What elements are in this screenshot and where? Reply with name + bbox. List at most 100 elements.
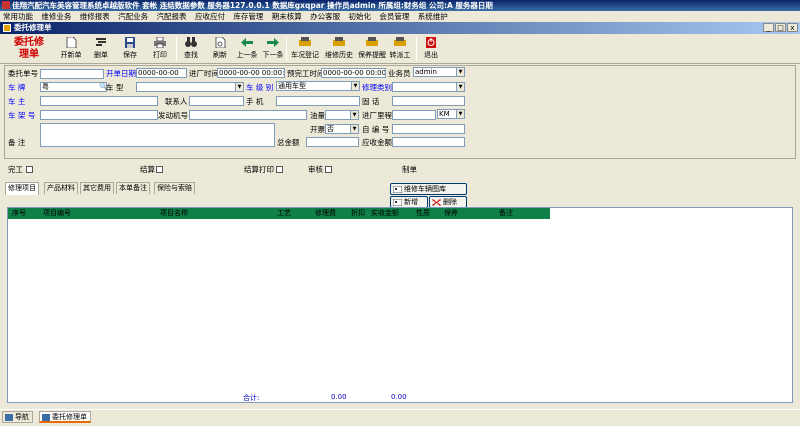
mileage-field[interactable] [392,110,436,120]
column-header[interactable]: 项目名称 [160,208,188,219]
menu-item[interactable]: 初始化 [349,12,372,21]
vin-field[interactable] [40,110,158,120]
grid-header: 序号 项目编号 项目名称 工艺 修理费 折扣 实收金额 性质 保养 备注 [8,208,550,219]
nav-tab-label: 导航 [15,413,29,421]
contact-field[interactable] [189,96,244,106]
column-header[interactable]: 序号 [12,208,26,219]
settle-print-checkbox[interactable] [276,166,283,173]
column-header[interactable]: 工艺 [277,208,291,219]
completed-checkbox[interactable] [26,166,33,173]
menu-item[interactable]: 应收应付 [195,12,225,21]
chevron-down-icon[interactable]: ▼ [456,110,464,118]
invoice-value: 否 [327,125,334,133]
chevron-down-icon[interactable]: ▼ [235,83,243,91]
column-header[interactable]: 备注 [499,208,513,219]
find-button[interactable]: 查找 [176,36,206,63]
total-amount-label: 总金额 [277,138,300,147]
app-icon [2,1,10,9]
repair-type-select[interactable]: ▼ [392,82,465,92]
menu-item[interactable]: 系统维护 [418,12,448,21]
chevron-down-icon[interactable]: ▼ [350,125,358,133]
delete-order-button[interactable]: 删单 [86,36,116,63]
audit-checkbox[interactable] [325,166,332,173]
print-button[interactable]: 打印 [145,36,175,63]
model-select[interactable]: ▼ [136,82,244,92]
est-done-time-field[interactable]: 0000-00-00 00:00 [321,68,386,78]
column-header[interactable]: 修理费 [315,208,336,219]
open-date-label: 开单日期 [106,69,136,78]
chevron-down-icon[interactable]: ▼ [351,82,359,90]
level-select[interactable]: 通用车型 ▼ [276,81,360,91]
total-amount-field [306,137,359,147]
invoice-select[interactable]: 否 ▼ [325,124,359,134]
repair-history-button[interactable]: 维修历史 [322,36,356,63]
order-window-tab[interactable]: 委托修理单 [39,411,91,423]
tel-field[interactable] [392,96,465,106]
tab-order-notes[interactable]: 本单备注 [116,182,150,194]
self-no-field[interactable] [392,124,465,134]
form-brand-title: 委托修 理单 [5,37,53,63]
menu-item[interactable]: 汽配业务 [118,12,148,21]
exit-button[interactable]: 退出 [416,36,446,63]
status-checks [4,160,796,180]
add-icon [393,198,402,206]
menu-item[interactable]: 维修报表 [80,12,110,21]
reminder-icon [366,37,378,46]
column-header[interactable]: 项目编号 [43,208,71,219]
menu-item[interactable]: 会员管理 [379,12,409,21]
column-header[interactable]: 折扣 [351,208,365,219]
entry-time-field[interactable]: 0000-00-00 00:00:00 [217,68,285,78]
close-button[interactable]: x [787,23,798,32]
button-label: 维修历史 [325,51,353,59]
chevron-down-icon[interactable]: ▼ [350,111,358,119]
menu-item[interactable]: 常用功能 [3,12,33,21]
plate-prefix: 粤 [42,83,49,91]
chevron-down-icon[interactable]: ▼ [456,83,464,91]
nav-tab[interactable]: 导航 [2,411,33,423]
minimize-button[interactable]: _ [763,23,774,32]
menu-item[interactable]: 汽配报表 [157,12,187,21]
order-no-field[interactable] [40,69,104,79]
button-label: 打印 [153,51,167,59]
vehicle-gallery-button[interactable]: 维修车辆图库 [390,183,467,195]
open-date-field[interactable]: 0000-00-00 [136,68,187,78]
entry-time-label: 进厂时间 [189,69,219,78]
mileage-unit-select[interactable]: KM ▼ [437,109,465,119]
menu-item[interactable]: 库存管理 [233,12,263,21]
dispatch-button[interactable]: 转派工 [385,36,415,63]
settle-print-label: 结算打印 [244,165,274,174]
tab-parts[interactable]: 产品材料 [44,182,78,194]
menu-bar: 常用功能 维修业务 维修报表 汽配业务 汽配报表 应收应付 库存管理 期末核算 … [0,11,800,22]
column-header[interactable]: 保养 [444,208,458,219]
menu-item[interactable]: 期末核算 [272,12,302,21]
new-order-button[interactable]: 开新单 [56,36,86,63]
owner-field[interactable] [40,96,158,106]
car-check-icon [299,37,311,46]
vehicle-condition-button[interactable]: 车况登记 [288,36,322,63]
chevron-down-icon[interactable]: ▼ [456,68,464,76]
tab-other-fees[interactable]: 其它费用 [80,182,114,194]
menu-item[interactable]: 维修业务 [41,12,71,21]
mobile-field[interactable] [276,96,360,106]
creator-label: 制单 [402,165,417,174]
maintenance-reminder-button[interactable]: 保养提醒 [355,36,389,63]
tab-insurance-claims[interactable]: 保险与索赔 [154,182,195,194]
fuel-select[interactable]: ▼ [325,110,359,120]
refresh-button[interactable]: 刷新 [205,36,235,63]
clerk-select[interactable]: admin ▼ [413,67,465,77]
save-button[interactable]: 保存 [115,36,145,63]
next-button[interactable]: 下一条 [258,36,288,63]
engine-no-field[interactable] [189,110,307,120]
column-header[interactable]: 实收金额 [371,208,399,219]
tab-repair-items[interactable]: 修理项目 [5,182,39,195]
settled-checkbox[interactable] [156,166,163,173]
column-header[interactable]: 性质 [416,208,430,219]
receivable-field [392,137,465,147]
menu-item[interactable]: 办公客服 [310,12,340,21]
plate-field[interactable]: 粤 [40,82,107,92]
bottom-taskbar [0,409,800,426]
maximize-button[interactable]: □ [775,23,786,32]
remark-field[interactable] [40,123,275,147]
button-label: 转派工 [389,51,411,59]
repair-items-grid[interactable] [7,207,793,403]
